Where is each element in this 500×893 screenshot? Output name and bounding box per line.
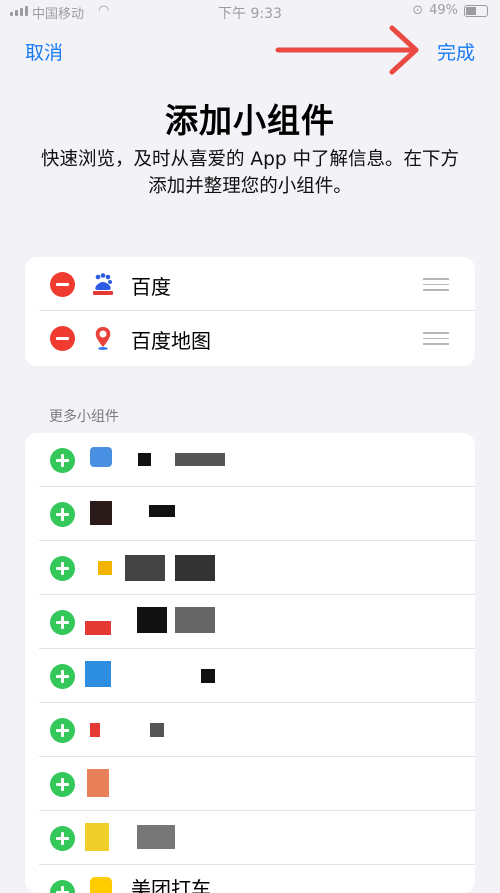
obscured-label: [149, 505, 175, 517]
obscured-label: [137, 607, 167, 633]
battery-icon: [464, 4, 488, 17]
obscured-label: [175, 453, 225, 466]
add-widget-button[interactable]: [50, 448, 75, 473]
add-widget-button[interactable]: [50, 610, 75, 635]
list-item: 百度地图: [25, 311, 475, 365]
obscured-app-icon: [85, 823, 109, 851]
page-subtitle: 快速浏览，及时从喜爱的 App 中了解信息。在下方添加并整理您的小组件。: [41, 149, 459, 197]
baidu-app-icon: [90, 271, 116, 297]
obscured-label: [175, 607, 215, 633]
reorder-handle-icon[interactable]: [423, 278, 449, 291]
obscured-app-icon: [85, 661, 111, 687]
obscured-app-icon: [90, 447, 112, 467]
battery-percent: 49%: [429, 3, 458, 18]
add-widget-button[interactable]: [50, 718, 75, 743]
add-widget-button[interactable]: [50, 772, 75, 797]
list-item[interactable]: [25, 595, 475, 649]
list-item[interactable]: [25, 433, 475, 487]
widget-label: 百度地图: [131, 329, 211, 353]
add-widget-button[interactable]: [50, 556, 75, 581]
remove-widget-button[interactable]: [50, 326, 75, 351]
add-widget-button[interactable]: [50, 502, 75, 527]
obscured-label: [138, 453, 151, 466]
obscured-app-icon: [85, 621, 111, 635]
list-item[interactable]: [25, 649, 475, 703]
status-bar: 中国移动 ◠ 下午 9:33 ⊙ 49%: [0, 0, 500, 24]
section-header: 更多小组件: [49, 409, 119, 425]
list-item: 百度: [25, 257, 475, 311]
cancel-button[interactable]: 取消: [25, 38, 63, 65]
obscured-app-icon: [87, 769, 109, 797]
add-widget-button[interactable]: [50, 880, 75, 893]
meituan-app-icon: [90, 877, 112, 893]
obscured-app-icon: [98, 561, 112, 575]
list-item[interactable]: [25, 757, 475, 811]
remove-widget-button[interactable]: [50, 272, 75, 297]
obscured-label: [137, 825, 175, 849]
obscured-label: [175, 555, 215, 581]
page-title: 添加小组件: [165, 101, 335, 140]
list-item[interactable]: [25, 811, 475, 865]
red-arrow-annotation-icon: [275, 25, 419, 75]
list-item[interactable]: [25, 541, 475, 595]
widget-label: 美团打车: [131, 877, 211, 893]
obscured-app-icon: [90, 501, 112, 525]
obscured-label: [150, 723, 164, 737]
add-widget-button[interactable]: [50, 664, 75, 689]
baidu-maps-app-icon: [90, 325, 116, 351]
add-widget-button[interactable]: [50, 826, 75, 851]
more-widgets-list: 美团打车: [25, 433, 475, 893]
widget-label: 百度: [131, 275, 171, 299]
lock-rotation-icon: ⊙: [412, 3, 424, 18]
done-button[interactable]: 完成: [437, 38, 475, 65]
obscured-label: [201, 669, 215, 683]
list-item[interactable]: [25, 487, 475, 541]
added-widgets-list: 百度 百度地图: [25, 257, 475, 366]
obscured-label: [125, 555, 165, 581]
obscured-app-icon: [90, 723, 100, 737]
list-item[interactable]: [25, 703, 475, 757]
reorder-handle-icon[interactable]: [423, 332, 449, 345]
